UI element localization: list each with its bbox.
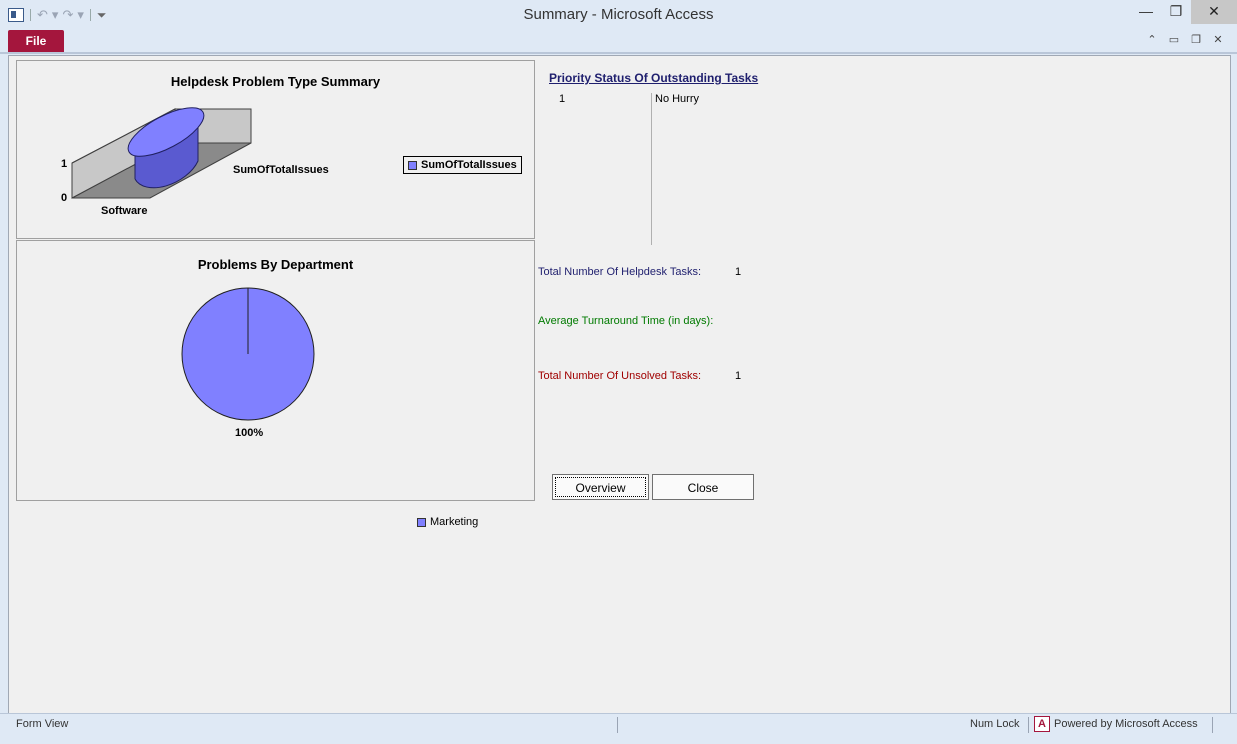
legend-label: SumOfTotalIssues [421,159,517,171]
statusbar-divider [1212,717,1213,733]
title-bar: ↶ ▾ ↷ ▾ ⏷ Summary - Microsoft Access — ❐… [0,0,1237,30]
statusbar-divider [1028,717,1029,733]
close-window-button[interactable]: ✕ [1191,0,1237,24]
access-logo-icon: A [1034,716,1050,732]
bar-chart-svg [71,98,252,199]
y-tick-1: 1 [61,158,68,170]
numlock-indicator: Num Lock [970,718,1020,730]
priority-list[interactable]: 1 No Hurry [549,93,765,245]
legend-label: Marketing [430,516,479,528]
view-mode: Form View [16,718,69,730]
overview-button[interactable]: Overview [552,474,649,500]
close-button[interactable]: Close [652,474,754,500]
summary-form: Helpdesk Problem Type Summary 0 1 Softwa… [8,55,1231,714]
unsolved-tasks-value: 1 [735,370,742,382]
ribbon-tabs: File ⌃ ▭ ❐ ✕ [0,30,1237,52]
x-tick-software: Software [101,205,148,217]
status-bar: Form View Num Lock A Powered by Microsof… [0,713,1237,744]
ribbon-divider [0,52,1237,54]
pie-data-label: 100% [235,427,264,439]
minimize-button[interactable]: — [1131,0,1161,24]
total-tasks-value: 1 [735,266,742,278]
unsolved-tasks-label: Total Number Of Unsolved Tasks: [538,370,702,382]
department-pie-chart[interactable]: Problems By Department 100% Marketing [16,240,535,528]
avg-turnaround-label: Average Turnaround Time (in days): [538,315,714,327]
bar-software[interactable] [121,98,210,189]
priority-count: 1 [559,93,566,105]
legend-swatch [417,517,426,527]
y-tick-0: 0 [61,192,68,204]
pie-slice-marketing[interactable] [181,287,315,421]
window-title: Summary - Microsoft Access [523,6,714,23]
priority-status: No Hurry [655,93,700,105]
file-tab[interactable]: File [8,30,64,52]
pie-chart-svg [181,287,315,421]
legend-swatch [408,160,417,170]
ribbon-controls: ⌃ ▭ ❐ ✕ [1145,33,1225,46]
column-divider [651,93,652,245]
statusbar-divider [617,717,618,733]
pie-legend: Marketing [417,516,478,528]
depth-axis-label: SumOfTotalIssues [233,164,329,176]
powered-by: A Powered by Microsoft Access [1034,716,1198,732]
window-controls: — ❐ ✕ [1131,0,1237,24]
problem-type-chart[interactable]: Helpdesk Problem Type Summary 0 1 Softwa… [16,60,535,239]
chart-legend: SumOfTotalIssues [403,156,522,174]
collapse-ribbon-icon[interactable]: ⌃ [1145,33,1159,46]
close-document-icon[interactable]: ✕ [1211,33,1225,46]
priority-status-heading[interactable]: Priority Status Of Outstanding Tasks [549,71,758,85]
total-tasks-label: Total Number Of Helpdesk Tasks: [538,266,702,278]
restore-document-icon[interactable]: ❐ [1189,33,1203,46]
powered-by-text: Powered by Microsoft Access [1054,718,1198,730]
restore-button[interactable]: ❐ [1161,0,1191,24]
minimize-document-icon[interactable]: ▭ [1167,33,1181,46]
